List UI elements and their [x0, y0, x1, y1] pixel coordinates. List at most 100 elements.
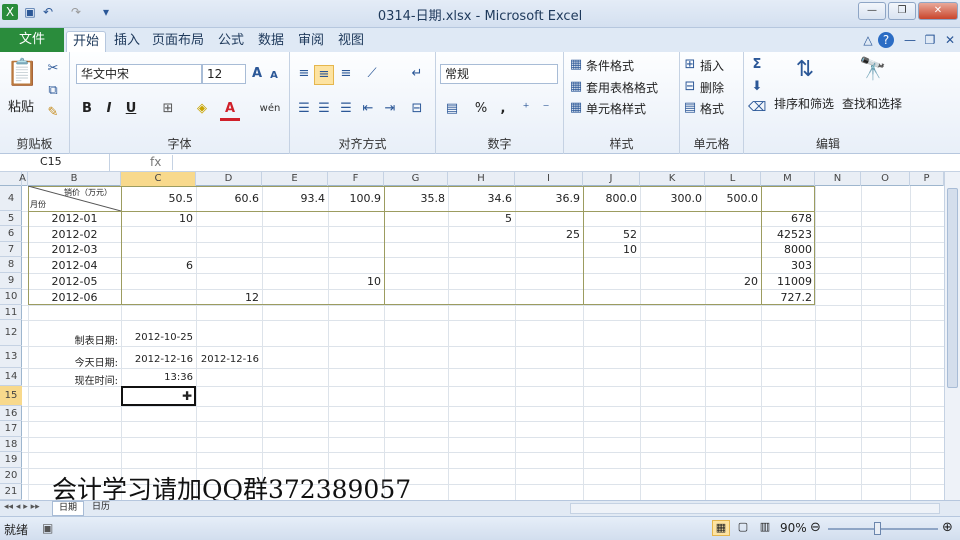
zoom-slider[interactable]: [828, 528, 938, 530]
row-header-20[interactable]: 20: [0, 468, 22, 484]
underline-button[interactable]: U: [122, 100, 140, 118]
align-bottom-icon[interactable]: ≡: [336, 65, 356, 83]
value-cell[interactable]: 678: [764, 212, 812, 225]
italic-button[interactable]: I: [100, 100, 118, 118]
row-header-8[interactable]: 8: [0, 257, 22, 273]
column-header-E[interactable]: E: [262, 172, 328, 186]
zoom-in-icon[interactable]: ⊕: [942, 520, 953, 535]
row-header-17[interactable]: 17: [0, 421, 22, 437]
value-cell[interactable]: 10: [331, 275, 381, 288]
column-header-G[interactable]: G: [384, 172, 448, 186]
row-header-6[interactable]: 6: [0, 226, 22, 242]
row-header-9[interactable]: 9: [0, 273, 22, 289]
month-label[interactable]: 2012-03: [31, 243, 118, 256]
value-cell[interactable]: 12: [199, 291, 259, 304]
phonetic-guide-button[interactable]: wén: [256, 100, 284, 118]
tab-data[interactable]: 数据: [252, 31, 290, 52]
vertical-scrollbar[interactable]: [944, 172, 960, 500]
value-cell[interactable]: 20: [708, 275, 758, 288]
row-header-12[interactable]: 12: [0, 320, 22, 346]
font-color-icon[interactable]: A: [220, 100, 240, 121]
vertical-scroll-thumb[interactable]: [947, 188, 958, 388]
align-left-icon[interactable]: ☰: [294, 100, 314, 118]
price-header-L[interactable]: 500.0: [708, 192, 759, 205]
currency-icon[interactable]: ▤: [440, 100, 464, 118]
value-cell[interactable]: 11009: [764, 275, 812, 288]
formula-input[interactable]: [172, 155, 956, 170]
doc-minimize-icon[interactable]: —: [902, 32, 918, 48]
now-time-label[interactable]: 现在时间:: [31, 372, 118, 387]
value-cell[interactable]: 10: [124, 212, 193, 225]
wrap-text-icon[interactable]: ↵: [406, 65, 428, 83]
name-box[interactable]: C15: [0, 154, 110, 171]
make-date-value[interactable]: 2012-10-25: [124, 332, 193, 343]
sheet-tab-calendar[interactable]: 日历: [86, 501, 116, 516]
price-header-E[interactable]: 93.4: [265, 192, 326, 205]
fill-color-icon[interactable]: ◈: [192, 100, 212, 118]
align-middle-icon[interactable]: ≡: [314, 65, 334, 85]
column-header-D[interactable]: D: [196, 172, 262, 186]
orientation-icon[interactable]: ⟋: [360, 65, 384, 83]
month-label[interactable]: 2012-04: [31, 259, 118, 272]
horizontal-scrollbar[interactable]: [570, 503, 940, 514]
zoom-slider-thumb[interactable]: [874, 522, 881, 535]
price-header-G[interactable]: 35.8: [387, 192, 446, 205]
price-header-I[interactable]: 36.9: [518, 192, 581, 205]
row-header-4[interactable]: 4: [0, 186, 22, 211]
today-date-label[interactable]: 今天日期:: [31, 354, 118, 369]
format-painter-icon[interactable]: ✎: [44, 104, 62, 122]
row-header-15[interactable]: 15: [0, 386, 22, 406]
value-cell[interactable]: 25: [518, 228, 580, 241]
comma-button[interactable]: ,: [494, 100, 512, 118]
row-header-21[interactable]: 21: [0, 484, 22, 500]
tab-home[interactable]: 开始: [66, 31, 107, 52]
increase-decimal-icon[interactable]: ⁺: [516, 100, 536, 118]
font-name-combo[interactable]: 华文中宋: [76, 64, 202, 84]
column-header-H[interactable]: H: [448, 172, 515, 186]
value-cell[interactable]: 6: [124, 259, 193, 272]
macro-record-icon[interactable]: ▣: [42, 521, 53, 535]
decrease-decimal-icon[interactable]: ⁻: [536, 100, 556, 118]
restore-button[interactable]: ❐: [888, 2, 916, 20]
clear-icon[interactable]: ⌫: [748, 99, 766, 117]
today-date-d[interactable]: 2012-12-16: [199, 354, 259, 365]
conditional-format-button[interactable]: 条件格式: [586, 57, 634, 74]
paste-button[interactable]: 粘贴: [8, 96, 34, 115]
month-label[interactable]: 2012-02: [31, 228, 118, 241]
border-icon[interactable]: ⊞: [158, 100, 178, 118]
price-header-H[interactable]: 34.6: [451, 192, 513, 205]
normal-view-icon[interactable]: ▦: [712, 520, 730, 536]
align-center-icon[interactable]: ☰: [314, 100, 334, 118]
tab-formulas[interactable]: 公式: [212, 31, 250, 52]
tab-review[interactable]: 审阅: [292, 31, 330, 52]
column-header-I[interactable]: I: [515, 172, 583, 186]
price-header-K[interactable]: 300.0: [643, 192, 703, 205]
value-cell[interactable]: 727.2: [764, 291, 813, 304]
increase-indent-icon[interactable]: ⇥: [380, 100, 400, 118]
column-header-P[interactable]: P: [910, 172, 944, 186]
column-header-B[interactable]: B: [28, 172, 121, 186]
value-cell[interactable]: 10: [586, 243, 637, 256]
minimize-button[interactable]: —: [858, 2, 886, 20]
sheet-tab-date[interactable]: 日期: [52, 501, 85, 516]
active-cell-C15[interactable]: ✚: [121, 386, 196, 406]
value-cell[interactable]: 42523: [764, 228, 812, 241]
column-header-M[interactable]: M: [761, 172, 815, 186]
column-header-O[interactable]: O: [861, 172, 910, 186]
price-header-J[interactable]: 800.0: [586, 192, 638, 205]
value-cell[interactable]: 303: [764, 259, 812, 272]
paste-icon[interactable]: 📋: [6, 56, 38, 90]
page-break-view-icon[interactable]: ▥: [756, 520, 774, 536]
decrease-indent-icon[interactable]: ⇤: [358, 100, 378, 118]
align-top-icon[interactable]: ≡: [294, 65, 314, 83]
column-header-K[interactable]: K: [640, 172, 705, 186]
tab-file[interactable]: 文件: [0, 28, 64, 52]
format-cells-button[interactable]: 格式: [700, 100, 724, 117]
delete-cells-button[interactable]: 删除: [700, 79, 724, 96]
row-header-14[interactable]: 14: [0, 368, 22, 386]
font-size-combo[interactable]: 12: [202, 64, 246, 84]
column-header-J[interactable]: J: [583, 172, 640, 186]
row-header-16[interactable]: 16: [0, 406, 22, 421]
doc-restore-icon[interactable]: ❐: [922, 32, 938, 48]
now-time-value[interactable]: 13:36: [124, 372, 193, 383]
